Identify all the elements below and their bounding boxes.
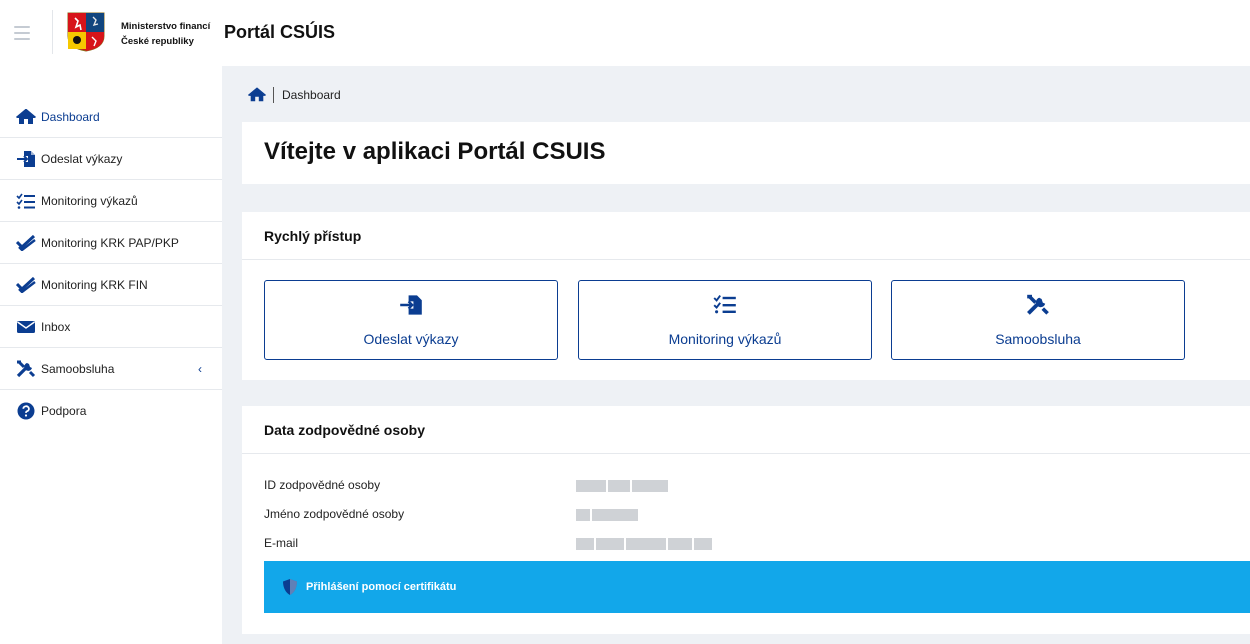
chevron-left-icon[interactable]: ‹ [198,362,202,376]
breadcrumb-separator [273,87,274,103]
sidebar-nav: Dashboard Odeslat výkazy Monitoring výka… [0,96,222,432]
checklist-icon [579,294,871,316]
sidebar-item-label: Inbox [41,319,71,334]
breadcrumb-current: Dashboard [282,88,341,102]
main-content: Dashboard Vítejte v aplikaci Portál CSUI… [222,66,1250,644]
app-header: Ministerstvo financí České republiky Por… [0,0,1250,66]
name-label: Jméno zodpovědné osoby [264,507,405,521]
sidebar-item-samoobsluha[interactable]: Samoobsluha ‹ [0,348,222,390]
responsible-person-title: Data zodpovědné osoby [242,406,1250,454]
email-label: E-mail [264,536,299,550]
home-icon[interactable] [248,87,266,103]
ministry-line-1: Ministerstvo financí [121,21,211,32]
double-check-icon [16,276,36,294]
tools-icon [16,360,36,378]
sidebar-item-label: Monitoring výkazů [41,193,138,208]
quick-monitoring-vykazu-button[interactable]: Monitoring výkazů [578,280,872,360]
quick-samoobsluha-button[interactable]: Samoobsluha [891,280,1185,360]
quick-button-label: Monitoring výkazů [668,331,782,347]
file-import-icon [265,294,557,316]
responsible-person-card: Data zodpovědné osoby ID zodpovědné osob… [242,406,1250,634]
ministry-line-2: České republiky [121,36,194,47]
ministry-name: Ministerstvo financí České republiky [121,19,210,49]
name-value-redacted [576,508,640,521]
header-divider [52,10,53,54]
state-emblem-logo [67,12,105,52]
tools-icon [892,294,1184,316]
sidebar-item-label: Monitoring KRK FIN [41,277,148,292]
page-title: Vítejte v aplikaci Portál CSUIS [264,138,606,165]
quick-access-title: Rychlý přístup [242,212,1250,260]
sidebar-item-label: Samoobsluha [41,361,115,376]
sidebar-item-inbox[interactable]: Inbox [0,306,222,348]
breadcrumb: Dashboard [248,86,341,104]
quick-access-card: Rychlý přístup Odeslat výkazy Monitoring… [242,212,1250,380]
sidebar-item-monitoring-krk-fin[interactable]: Monitoring KRK FIN [0,264,222,306]
quick-button-label: Samoobsluha [995,331,1081,347]
quick-button-label: Odeslat výkazy [363,331,459,347]
envelope-icon [16,318,36,336]
home-icon [16,108,36,126]
app-title: Portál CSÚIS [224,22,336,42]
hamburger-menu-icon[interactable] [14,26,30,40]
certificate-login-alert: Přihlášení pomocí certifikátu [264,561,1250,613]
sidebar-item-label: Odeslat výkazy [41,151,123,166]
sidebar-item-label: Dashboard [41,109,100,124]
quick-odeslat-vykazy-button[interactable]: Odeslat výkazy [264,280,558,360]
id-label: ID zodpovědné osoby [264,478,381,492]
shield-icon [283,579,297,595]
welcome-card: Vítejte v aplikaci Portál CSUIS [242,122,1250,184]
sidebar-item-odeslat-vykazy[interactable]: Odeslat výkazy [0,138,222,180]
id-value-redacted [576,479,670,492]
sidebar-item-label: Monitoring KRK PAP/PKP [41,235,179,250]
file-import-icon [16,150,36,168]
certificate-login-label: Přihlášení pomocí certifikátu [306,581,457,593]
double-check-icon [16,234,36,252]
sidebar-item-podpora[interactable]: Podpora [0,390,222,432]
question-circle-icon [16,402,36,420]
checklist-icon [16,192,36,210]
email-value-redacted [576,537,714,550]
sidebar-item-label: Podpora [41,404,87,418]
sidebar-item-dashboard[interactable]: Dashboard [0,96,222,138]
sidebar-item-monitoring-vykazu[interactable]: Monitoring výkazů [0,180,222,222]
sidebar-item-monitoring-krk-pap-pkp[interactable]: Monitoring KRK PAP/PKP [0,222,222,264]
